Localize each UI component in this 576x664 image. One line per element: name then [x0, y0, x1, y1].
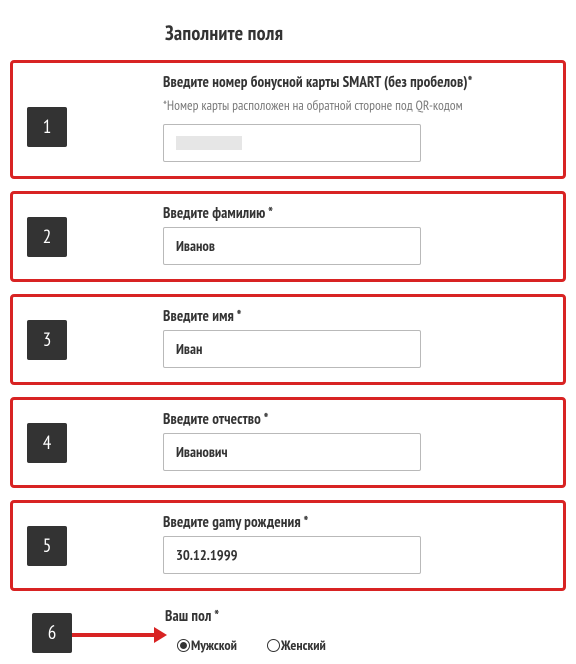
gender-label: Ваш пол * [165, 607, 566, 626]
firstname-input[interactable] [163, 330, 421, 368]
gender-radio-male[interactable]: Мужской [177, 636, 237, 654]
patronymic-input[interactable] [163, 433, 421, 471]
gender-female-label: Женский [281, 636, 326, 654]
step-marker-5: 5 [27, 526, 67, 566]
step-2-box: 2 Введите фамилию * [10, 191, 566, 282]
birthdate-label: Введите gamy рождения * [163, 513, 551, 532]
firstname-label: Введите имя * [163, 307, 551, 326]
radio-unchecked-icon [267, 639, 280, 652]
card-number-hint: *Номер карты расположен на обратной стор… [163, 96, 551, 114]
page-title: Заполните поля [165, 20, 566, 46]
step-5-box: 5 Введите gamy рождения * [10, 500, 566, 591]
step-6-row: 6 Ваш пол * Мужской Женский [10, 603, 566, 654]
input-placeholder-bar [176, 136, 242, 150]
step-marker-2: 2 [27, 217, 67, 257]
surname-label: Введите фамилию * [163, 204, 551, 223]
step-marker-1: 1 [27, 107, 67, 147]
gender-male-label: Мужской [191, 636, 237, 654]
step-marker-6: 6 [32, 613, 72, 653]
patronymic-label: Введите отчество * [163, 410, 551, 429]
card-number-label: Введите номер бонусной карты SMART (без … [163, 73, 551, 92]
card-number-input[interactable] [163, 124, 421, 162]
step-1-box: 1 Введите номер бонусной карты SMART (бе… [10, 60, 566, 179]
step-marker-3: 3 [27, 320, 67, 360]
radio-checked-icon [177, 639, 190, 652]
surname-input[interactable] [163, 227, 421, 265]
step-3-box: 3 Введите имя * [10, 294, 566, 385]
step-4-box: 4 Введите отчество * [10, 397, 566, 488]
step-marker-4: 4 [27, 423, 67, 463]
gender-radio-female[interactable]: Женский [267, 636, 326, 654]
birthdate-input[interactable] [163, 536, 421, 574]
arrow-icon [72, 627, 167, 643]
